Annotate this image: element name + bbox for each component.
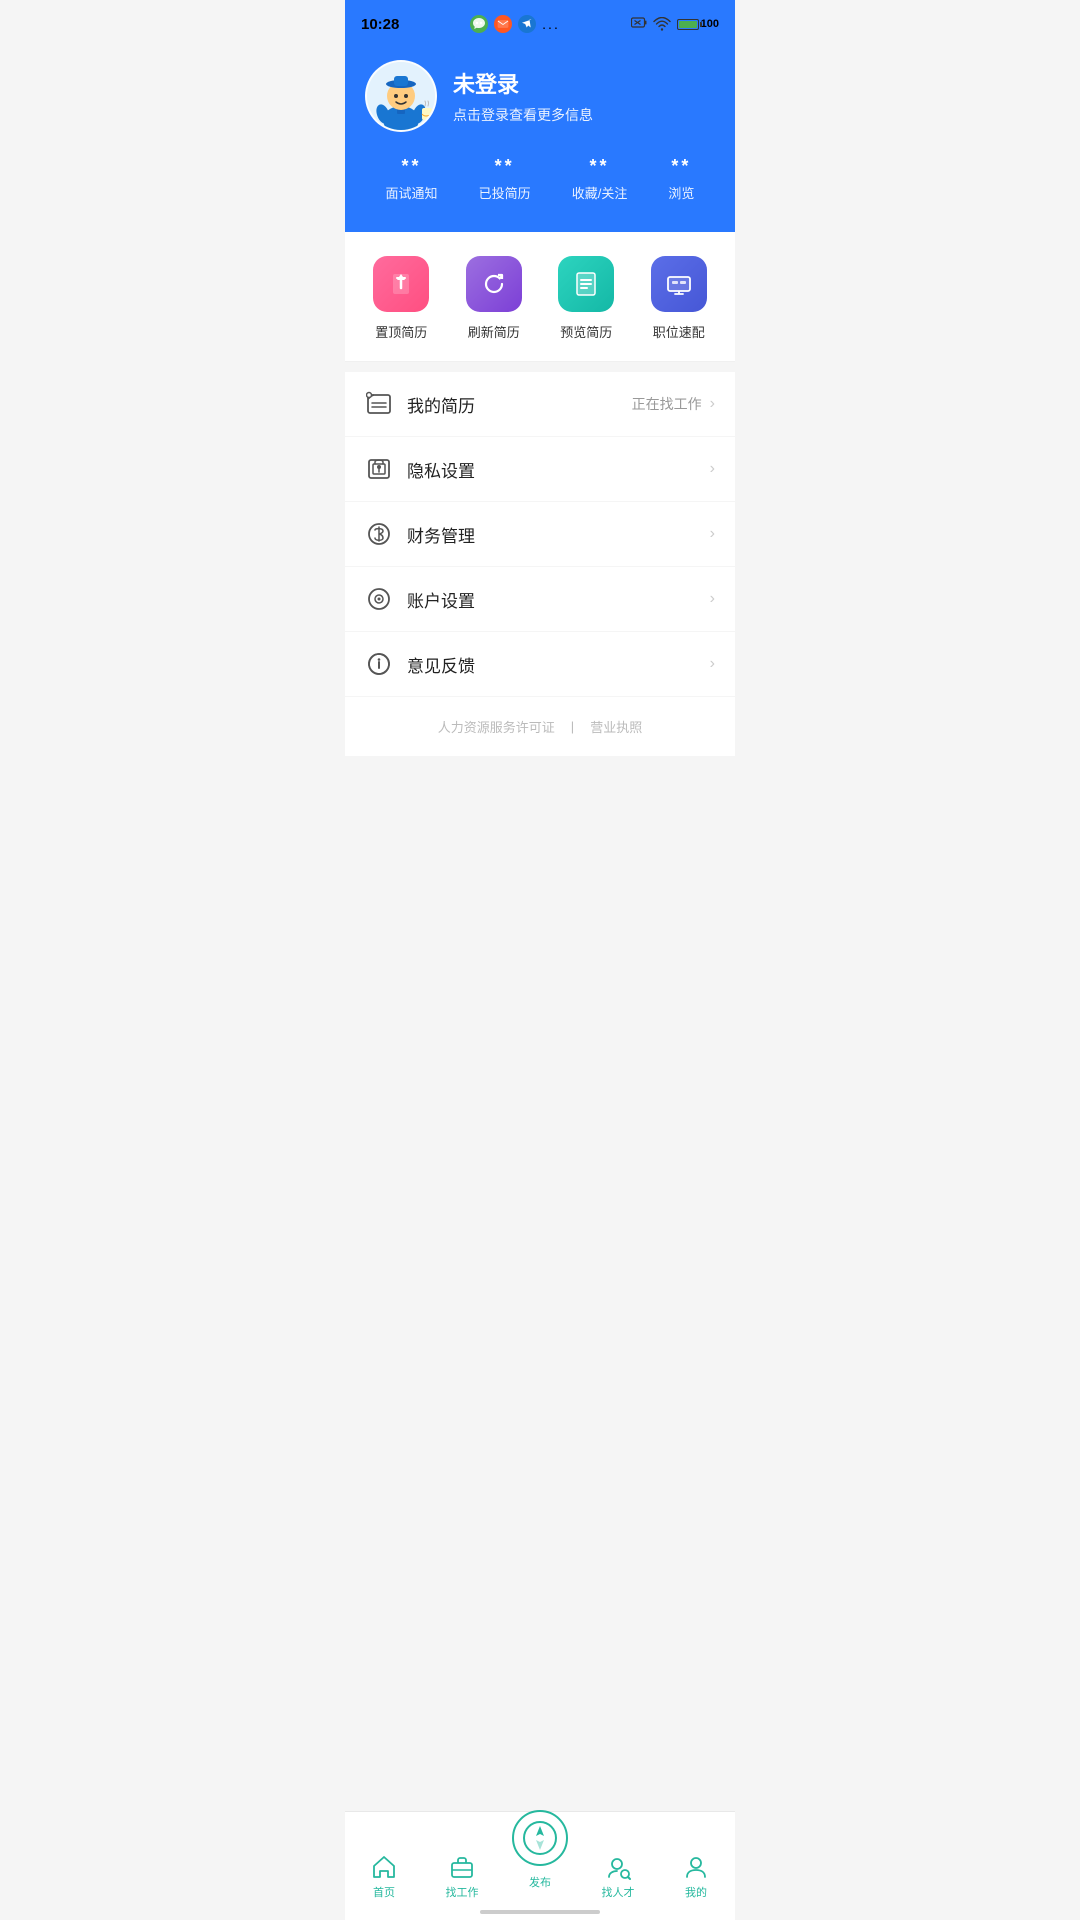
pin-resume-label: 置顶简历: [375, 322, 427, 341]
browse-count: **: [671, 156, 691, 177]
compass-icon: [522, 1820, 558, 1856]
account-icon: [365, 585, 393, 613]
person-icon: [683, 1854, 709, 1880]
preview-resume-label: 预览简历: [560, 322, 612, 341]
action-preview-resume[interactable]: 预览简历: [558, 256, 614, 341]
my-resume-chevron: ›: [710, 395, 715, 413]
publish-circle: [512, 1810, 568, 1866]
avatar-image: [367, 62, 435, 130]
telegram-icon: [518, 15, 536, 33]
nav-my[interactable]: 我的: [666, 1854, 726, 1900]
privacy-text: 隐私设置: [407, 457, 710, 482]
applied-count: **: [495, 156, 515, 177]
my-resume-text: 我的简历: [407, 392, 632, 417]
header-section: 未登录 点击登录查看更多信息 ** 面试通知 ** 已投简历 ** 收藏/关注 …: [345, 44, 735, 232]
account-chevron: ›: [710, 590, 715, 608]
menu-privacy[interactable]: 隐私设置 ›: [345, 437, 735, 502]
home-indicator: [480, 1910, 600, 1914]
action-pin-resume[interactable]: 置顶简历: [373, 256, 429, 341]
nav-my-label: 我的: [685, 1884, 707, 1900]
stats-row: ** 面试通知 ** 已投简历 ** 收藏/关注 ** 浏览: [365, 156, 715, 202]
feedback-chevron: ›: [710, 655, 715, 673]
home-icon: [371, 1854, 397, 1880]
finance-text: 财务管理: [407, 522, 710, 547]
action-job-match[interactable]: 职位速配: [651, 256, 707, 341]
pin-icon: [387, 270, 415, 298]
quick-actions-section: 置顶简历 刷新简历 预览简历: [345, 232, 735, 362]
applied-label: 已投简历: [479, 183, 531, 202]
finance-icon: [365, 520, 393, 548]
bottom-spacer: [345, 756, 735, 856]
status-bar: 10:28 ... 1: [345, 0, 735, 44]
menu-feedback[interactable]: 意见反馈 ›: [345, 632, 735, 697]
wifi-icon: [653, 17, 671, 31]
notification-icons: ...: [470, 15, 560, 33]
nav-find-talent-label: 找人才: [602, 1884, 635, 1900]
mail-icon: [494, 15, 512, 33]
profile-section[interactable]: 未登录 点击登录查看更多信息: [365, 60, 715, 132]
nav-home-label: 首页: [373, 1884, 395, 1900]
bottom-nav: 首页 找工作 发布 找人才: [345, 1811, 735, 1920]
profile-name: 未登录: [453, 67, 593, 99]
job-match-icon: [651, 256, 707, 312]
document-icon: [572, 270, 600, 298]
status-right-icons: 100: [631, 17, 719, 31]
interview-label: 面试通知: [386, 183, 438, 202]
preview-resume-icon: [558, 256, 614, 312]
profile-info: 未登录 点击登录查看更多信息: [453, 67, 593, 125]
finance-chevron: ›: [710, 525, 715, 543]
action-refresh-resume[interactable]: 刷新简历: [466, 256, 522, 341]
favorites-count: **: [590, 156, 610, 177]
privacy-icon: [365, 455, 393, 483]
interview-count: **: [402, 156, 422, 177]
battery-icon: 100: [677, 18, 719, 30]
hr-license-link[interactable]: 人力资源服务许可证: [438, 717, 555, 736]
stat-interview[interactable]: ** 面试通知: [386, 156, 438, 202]
my-resume-icon: [365, 390, 393, 418]
avatar: [365, 60, 437, 132]
feedback-text: 意见反馈: [407, 652, 710, 677]
privacy-chevron: ›: [710, 460, 715, 478]
nav-publish-label: 发布: [529, 1874, 551, 1890]
account-text: 账户设置: [407, 587, 710, 612]
nav-find-job-label: 找工作: [446, 1884, 479, 1900]
job-match-label: 职位速配: [653, 322, 705, 341]
stat-applied[interactable]: ** 已投简历: [479, 156, 531, 202]
stat-browse[interactable]: ** 浏览: [668, 156, 694, 202]
nav-find-job[interactable]: 找工作: [432, 1854, 492, 1900]
nav-find-talent[interactable]: 找人才: [588, 1854, 648, 1900]
more-apps-dots: ...: [542, 16, 560, 32]
match-icon: [665, 270, 693, 298]
search-person-icon: [605, 1854, 631, 1880]
refresh-resume-label: 刷新简历: [468, 322, 520, 341]
refresh-resume-icon: [466, 256, 522, 312]
refresh-icon: [480, 270, 508, 298]
favorites-label: 收藏/关注: [572, 183, 628, 202]
stat-favorites[interactable]: ** 收藏/关注: [572, 156, 628, 202]
menu-my-resume[interactable]: 我的简历 正在找工作 ›: [345, 372, 735, 437]
feedback-icon: [365, 650, 393, 678]
profile-subtitle: 点击登录查看更多信息: [453, 105, 593, 125]
menu-finance[interactable]: 财务管理 ›: [345, 502, 735, 567]
status-time: 10:28: [361, 16, 399, 33]
browse-label: 浏览: [668, 183, 694, 202]
my-resume-meta: 正在找工作: [632, 394, 702, 414]
nav-publish[interactable]: 发布: [510, 1810, 570, 1890]
pin-resume-icon: [373, 256, 429, 312]
wechat-icon: [470, 15, 488, 33]
footer-links: 人力资源服务许可证 | 营业执照: [345, 697, 735, 756]
business-license-link[interactable]: 营业执照: [590, 717, 642, 736]
battery-x-icon: [631, 17, 647, 31]
menu-account[interactable]: 账户设置 ›: [345, 567, 735, 632]
footer-divider: |: [571, 719, 574, 734]
briefcase-icon: [449, 1854, 475, 1880]
menu-list: 我的简历 正在找工作 › 隐私设置 › 财务管理 ›: [345, 372, 735, 697]
nav-home[interactable]: 首页: [354, 1854, 414, 1900]
